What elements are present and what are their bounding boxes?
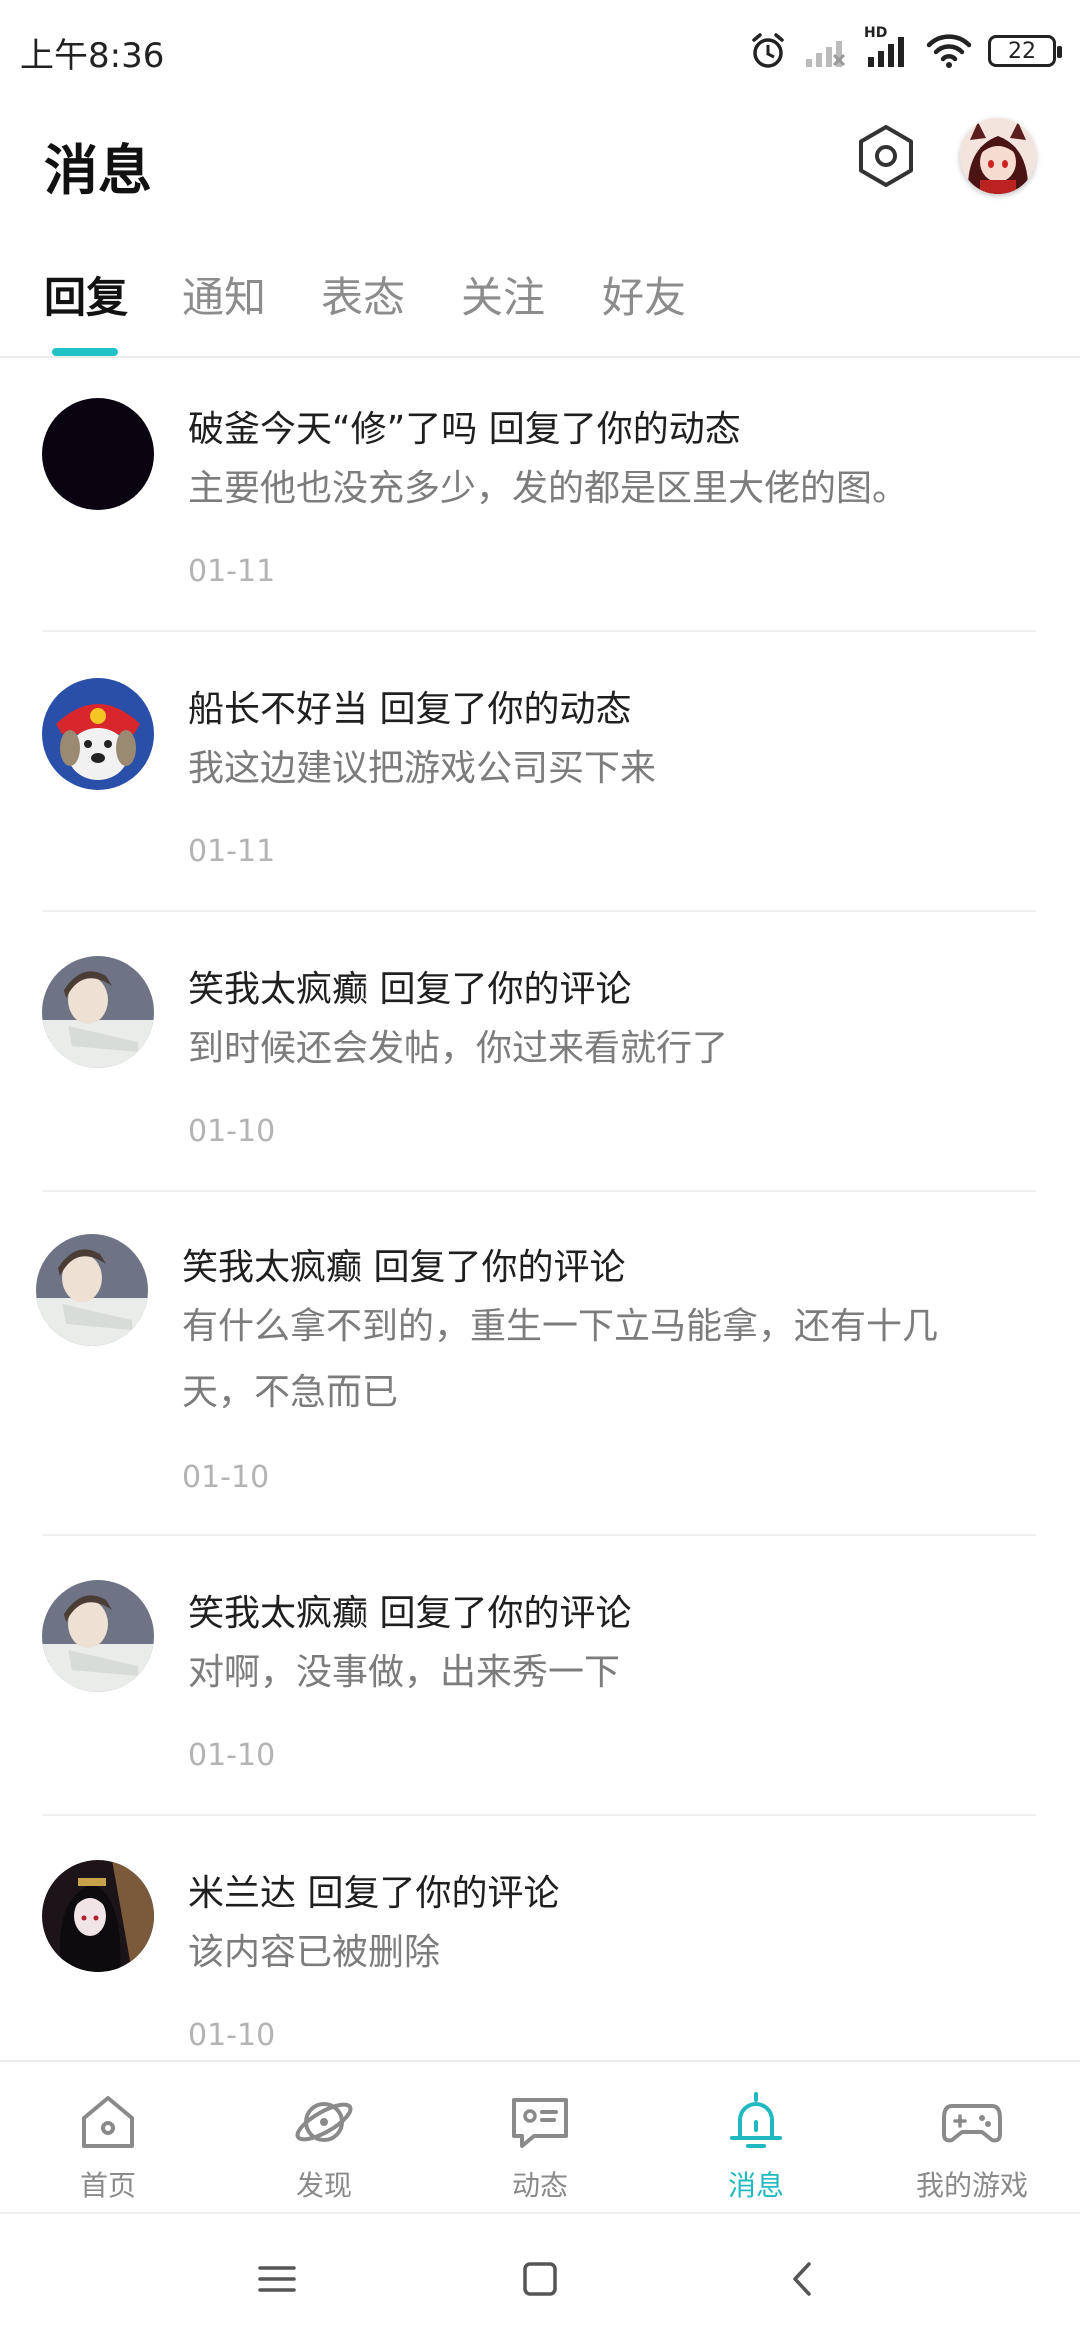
anime-boy-avatar[interactable] [42, 1580, 154, 1692]
home-square-icon[interactable] [515, 2254, 565, 2304]
menu-icon[interactable] [252, 2254, 302, 2304]
item-content: 该内容已被删除 [188, 1932, 441, 1973]
divider [42, 910, 1036, 912]
list-item[interactable]: 米兰达 回复了你的评论 该内容已被删除 01-10 [42, 1822, 1036, 2062]
item-date: 01-10 [188, 1114, 276, 1149]
divider [42, 630, 1036, 632]
item-content: 我这边建议把游戏公司买下来 [188, 748, 657, 789]
signal-hd-icon: HD [864, 25, 910, 69]
tab-notifications[interactable]: 通知 [182, 264, 266, 325]
alarm-icon [748, 31, 788, 71]
divider [42, 1814, 1036, 1816]
nav-home[interactable]: 首页 [0, 2062, 216, 2212]
nav-label: 动态 [511, 2169, 568, 2202]
wifi-icon [926, 33, 972, 69]
tab-replies[interactable]: 回复 [44, 264, 128, 325]
item-title: 米兰达 回复了你的评论 [188, 1873, 560, 1914]
bell-icon [730, 2092, 782, 2148]
home-icon [82, 2096, 134, 2148]
item-date: 01-11 [188, 554, 276, 589]
tab-indicator [52, 348, 118, 356]
nav-feed[interactable]: 动态 [432, 2062, 648, 2212]
anime-boy-avatar[interactable] [42, 956, 154, 1068]
item-content: 对啊，没事做，出来秀一下 [188, 1652, 621, 1693]
settings-button[interactable] [850, 120, 922, 192]
planet-icon [295, 2102, 353, 2142]
settings-hexagon-icon [859, 125, 913, 187]
cartoon-dog-avatar[interactable] [42, 678, 154, 790]
item-date: 01-11 [188, 834, 276, 869]
tab-reactions[interactable]: 表态 [321, 264, 405, 325]
nav-label: 发现 [295, 2169, 352, 2202]
tab-bar: 回复 通知 表态 关注 好友 [0, 252, 1080, 358]
list-item[interactable]: 船长不好当 回复了你的动态 我这边建议把游戏公司买下来 01-11 [42, 638, 1036, 910]
nav-label: 首页 [79, 2169, 136, 2202]
list-item[interactable]: 笑我太疯癫 回复了你的评论 有什么拿不到的，重生一下立马能拿，还有十几天，不急而… [36, 1198, 1036, 1534]
header: 消息 [0, 100, 1080, 220]
list-item[interactable]: 笑我太疯癫 回复了你的评论 到时候还会发帖，你过来看就行了 01-10 [42, 918, 1036, 1190]
tab-follows[interactable]: 关注 [461, 264, 545, 325]
nav-label: 我的游戏 [915, 2169, 1028, 2202]
anime-boy-avatar[interactable] [36, 1234, 148, 1346]
black-avatar[interactable] [42, 398, 154, 510]
status-time: 上午8:36 [20, 36, 165, 76]
hd-label: HD [864, 25, 888, 41]
list-item[interactable]: 笑我太疯癫 回复了你的评论 对啊，没事做，出来秀一下 01-10 [42, 1542, 1036, 1814]
divider [42, 1534, 1036, 1536]
nav-my-games[interactable]: 我的游戏 [864, 2062, 1080, 2212]
anime-girl-avatar[interactable] [42, 1860, 154, 1972]
chat-icon [512, 2098, 568, 2148]
nav-label: 消息 [727, 2169, 784, 2202]
nav-messages[interactable]: 消息 [648, 2062, 864, 2212]
status-icons: HD 22 [748, 25, 1062, 76]
item-title: 笑我太疯癫 回复了你的评论 [182, 1247, 626, 1288]
system-nav-bar [0, 2212, 1080, 2342]
page-title: 消息 [44, 139, 152, 202]
item-content: 有什么拿不到的，重生一下立马能拿，还有十几天，不急而已 [182, 1306, 939, 1413]
item-date: 01-10 [188, 1738, 276, 1773]
item-content: 到时候还会发帖，你过来看就行了 [188, 1028, 729, 1069]
signal-weak-icon [804, 33, 848, 69]
status-bar: 上午8:36 HD 22 [0, 0, 1080, 100]
user-avatar[interactable] [960, 118, 1036, 194]
item-date: 01-10 [182, 1460, 270, 1495]
list-item[interactable]: 破釜今天“修”了吗 回复了你的动态 主要他也没充多少，发的都是区里大佬的图。 0… [42, 358, 1036, 630]
battery-icon: 22 [988, 35, 1062, 67]
item-date: 01-10 [188, 2018, 276, 2053]
item-content: 主要他也没充多少，发的都是区里大佬的图。 [188, 468, 909, 509]
item-title: 船长不好当 回复了你的动态 [188, 689, 632, 730]
back-icon[interactable] [778, 2254, 828, 2304]
gamepad-icon [942, 2104, 1002, 2143]
item-title: 笑我太疯癫 回复了你的评论 [188, 1593, 632, 1634]
divider [42, 1190, 1036, 1192]
item-title: 破釜今天“修”了吗 回复了你的动态 [188, 409, 741, 450]
tab-friends[interactable]: 好友 [602, 264, 686, 325]
nav-discover[interactable]: 发现 [216, 2062, 432, 2212]
item-title: 笑我太疯癫 回复了你的评论 [188, 969, 632, 1010]
bottom-nav: 首页 发现 动态 消息 我的游戏 [0, 2060, 1080, 2212]
